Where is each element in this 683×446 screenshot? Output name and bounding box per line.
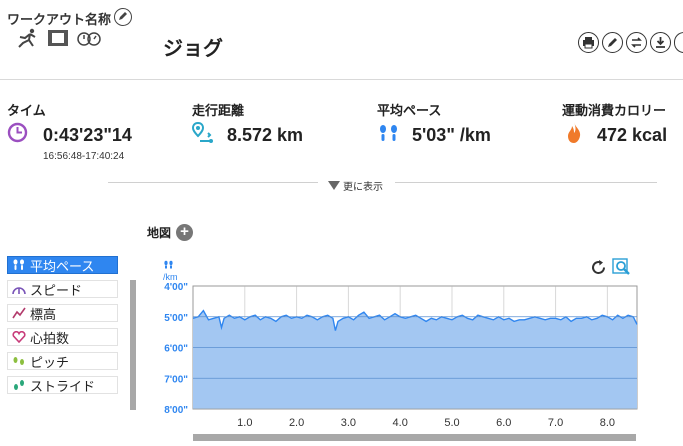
y-tick-label: 8'00" (164, 405, 188, 416)
speedometer-icon (12, 283, 26, 295)
calories-label: 運動消費カロリー (562, 103, 667, 118)
metric-item[interactable]: 標高 (7, 304, 118, 322)
x-tick-label: 6.0 (496, 417, 511, 429)
cadence-icon (12, 355, 26, 367)
metric-item[interactable]: ストライド (7, 376, 118, 394)
delete-button[interactable] (674, 32, 683, 53)
metric-item[interactable]: 心拍数 (7, 328, 118, 346)
edit-name-icon[interactable] (114, 8, 132, 26)
metric-item[interactable]: 平均ペース (7, 256, 118, 274)
edit-button[interactable] (602, 32, 623, 53)
y-tick-label: 7'00" (164, 374, 188, 385)
elevation-icon (12, 307, 26, 319)
pencil-icon (608, 38, 617, 47)
route-pin-icon (191, 121, 213, 143)
download-button[interactable] (650, 32, 671, 53)
x-tick-label: 5.0 (444, 417, 459, 429)
distance-value: 8.572 km (227, 125, 304, 145)
metric-list-scrollbar[interactable] (130, 280, 136, 410)
y-tick-label: 5'00" (164, 313, 188, 324)
pace-area-fill (193, 310, 637, 409)
print-button[interactable] (578, 32, 599, 53)
workout-name-label: ワークアウト名称 (7, 12, 112, 27)
pace-chart[interactable]: /km 4'00" 5'00" 6'00" 7'00" 8'00" 1.0 2.0 3.0 4… (150, 255, 650, 435)
pace-label: 平均ペース (377, 103, 442, 118)
metric-label: 平均ペース (30, 258, 95, 274)
metric-label: スピード (30, 282, 83, 298)
x-tick-label: 1.0 (237, 417, 252, 429)
stride-icon (12, 379, 26, 391)
activity-type-icons (15, 27, 101, 49)
workout-name: ジョグ (163, 38, 223, 60)
stopwatch-icon[interactable] (77, 29, 101, 47)
heart-icon (12, 331, 26, 343)
metric-item[interactable]: スピード (7, 280, 118, 298)
download-icon (656, 37, 665, 48)
chart-horizontal-scrollbar[interactable] (193, 434, 636, 441)
metric-item[interactable]: ピッチ (7, 352, 118, 370)
plus-icon: + (180, 223, 189, 240)
time-label: タイム (7, 103, 46, 118)
header-divider (0, 79, 683, 80)
triangle-down-icon (328, 180, 340, 190)
transfer-button[interactable] (626, 32, 647, 53)
time-range: 16:56:48-17:40:24 (43, 151, 125, 162)
calories-value: 472 kcal (597, 125, 668, 145)
x-tick-label: 4.0 (393, 417, 408, 429)
x-tick-label: 7.0 (548, 417, 563, 429)
runner-icon[interactable] (15, 28, 39, 48)
y-unit-icon (164, 260, 173, 269)
metric-label: 標高 (30, 306, 57, 322)
x-tick-labels: 1.0 2.0 3.0 4.0 5.0 6.0 7.0 8.0 (237, 417, 615, 429)
time-value: 0:43'23"14 (43, 125, 132, 145)
print-icon (583, 37, 594, 49)
toolbar (578, 32, 683, 53)
show-more-label: 更に表示 (343, 182, 383, 193)
y-tick-label: 4'00" (164, 282, 188, 293)
swap-arrows-icon (631, 37, 642, 48)
show-more-toggle[interactable]: 更に表示 (328, 178, 383, 193)
divider-left (108, 182, 318, 183)
x-tick-label: 8.0 (600, 417, 615, 429)
metric-label: ピッチ (30, 354, 70, 370)
flame-icon (568, 122, 581, 143)
clock-icon (7, 122, 28, 143)
x-tick-label: 2.0 (289, 417, 304, 429)
y-unit-label: /km (163, 272, 178, 282)
metric-label: 心拍数 (30, 330, 70, 346)
metric-label: ストライド (30, 378, 96, 394)
map-label: 地図 (147, 226, 172, 240)
y-tick-labels: 4'00" 5'00" 6'00" 7'00" 8'00" (164, 282, 188, 416)
footprints-icon (380, 125, 397, 141)
pace-value: 5'03" /km (412, 125, 491, 145)
film-icon[interactable] (47, 29, 69, 47)
y-tick-label: 6'00" (164, 344, 188, 355)
distance-label: 走行距離 (192, 103, 245, 118)
footprints-icon (12, 259, 26, 271)
map-add-button[interactable]: + (176, 224, 193, 241)
x-tick-label: 3.0 (341, 417, 356, 429)
divider-right (395, 182, 657, 183)
